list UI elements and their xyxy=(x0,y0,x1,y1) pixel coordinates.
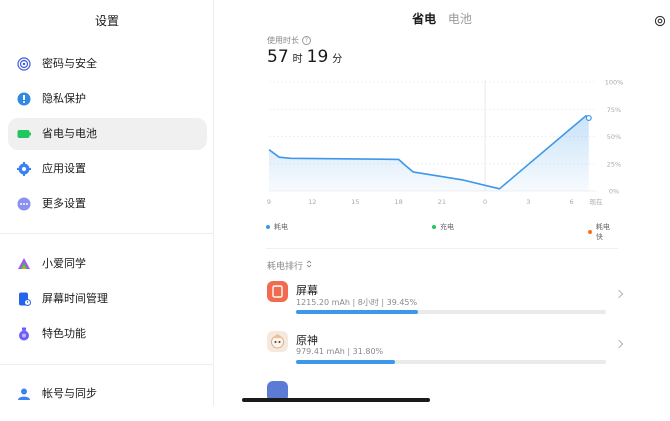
x-tick-label: 3 xyxy=(526,198,530,206)
usage-minutes-unit: 分 xyxy=(332,54,343,65)
chevron-right-icon xyxy=(614,289,624,299)
battery-icon xyxy=(17,127,31,141)
sidebar-item-xiaoai[interactable]: 小爱同学 xyxy=(8,248,207,280)
chart-legend: 耗电 充电 耗电快 xyxy=(266,222,616,241)
tab-power-saving[interactable]: 省电 xyxy=(412,10,436,27)
settings-gear-icon[interactable] xyxy=(654,12,666,27)
xiaoai-icon xyxy=(17,257,31,271)
app-row-screen[interactable]: 屏幕 1215.20 mAh | 8小时 | 39.45% xyxy=(267,281,624,321)
sidebar-item-label: 更多设置 xyxy=(42,197,86,210)
legend-dot xyxy=(432,225,436,229)
sidebar-item-label: 特色功能 xyxy=(42,327,86,340)
x-tick-label: 15 xyxy=(351,198,359,206)
usage-minutes: 19 xyxy=(306,47,329,67)
y-tick-label: 50% xyxy=(607,133,621,141)
x-tick-label: 21 xyxy=(438,198,446,206)
legend-item-charge: 充电 xyxy=(432,222,454,232)
screen-time-icon xyxy=(17,292,31,306)
sidebar-item-app-settings[interactable]: 应用设置 xyxy=(8,153,207,185)
x-tick-label: 18 xyxy=(395,198,403,206)
y-tick-label: 100% xyxy=(605,79,624,87)
x-tick-label: 9 xyxy=(267,198,271,206)
usage-duration-value: 57 时 19 分 xyxy=(267,47,346,67)
sidebar-item-password-security[interactable]: 密码与安全 xyxy=(8,48,207,80)
usage-bar-fill xyxy=(296,360,395,364)
battery-chart-svg: 0% 25% 50% 75% 100% 9 12 15 18 21 0 3 6 现在 xyxy=(267,79,624,207)
legend-label: 充电 xyxy=(440,223,454,231)
app-stats: 979.41 mAh | 31.80% xyxy=(296,347,384,356)
sidebar-divider xyxy=(0,233,213,234)
app-name: 原神 xyxy=(296,334,318,347)
battery-chart: 0% 25% 50% 75% 100% 9 12 15 18 21 0 3 6 现在 xyxy=(264,76,644,210)
app-name: 屏幕 xyxy=(296,284,318,297)
sidebar-item-label: 省电与电池 xyxy=(42,127,97,140)
account-icon xyxy=(17,387,31,401)
y-tick-label: 25% xyxy=(607,160,621,168)
legend-dot xyxy=(588,230,592,234)
help-icon[interactable]: ? xyxy=(302,36,311,45)
sidebar-item-label: 小爱同学 xyxy=(42,257,86,270)
sidebar: 设置 密码与安全 隐私保护 省电与电池 应用设置 更多设置 小爱同学 屏幕时间管… xyxy=(0,0,214,406)
tab-bar: 省电 电池 xyxy=(214,10,670,27)
y-tick-label: 75% xyxy=(607,106,621,114)
legend-label: 耗电 xyxy=(274,223,288,231)
home-indicator[interactable] xyxy=(242,398,430,402)
sidebar-item-label: 密码与安全 xyxy=(42,57,97,70)
sort-icon xyxy=(306,260,312,271)
sidebar-item-battery[interactable]: 省电与电池 xyxy=(8,118,207,150)
sidebar-title: 设置 xyxy=(94,14,119,28)
legend-item-drain: 耗电 xyxy=(266,222,288,232)
usage-hours-unit: 时 xyxy=(292,54,303,65)
section-divider xyxy=(266,248,618,249)
privacy-shield-icon xyxy=(17,92,31,106)
ranking-title: 耗电排行 xyxy=(267,262,304,272)
ranking-header[interactable]: 耗电排行 xyxy=(267,259,312,272)
x-tick-label: 6 xyxy=(569,198,573,206)
sidebar-item-account-sync[interactable]: 帐号与同步 xyxy=(8,378,207,406)
legend-label: 耗电快 xyxy=(595,223,610,241)
legend-dot xyxy=(266,225,270,229)
sidebar-item-label: 屏幕时间管理 xyxy=(42,292,108,305)
screen-icon xyxy=(267,281,288,302)
sidebar-divider xyxy=(0,364,213,365)
app-row-genshin[interactable]: 原神 979.41 mAh | 31.80% xyxy=(267,331,624,371)
sidebar-item-privacy[interactable]: 隐私保护 xyxy=(8,83,207,115)
usage-bar-fill xyxy=(296,310,419,314)
app-stats: 1215.20 mAh | 8小时 | 39.45% xyxy=(296,298,418,307)
sidebar-item-more-settings[interactable]: 更多设置 xyxy=(8,188,207,220)
y-tick-label: 0% xyxy=(609,188,619,196)
sidebar-item-label: 隐私保护 xyxy=(42,92,86,105)
legend-item-fast-drain: 耗电快 xyxy=(588,222,616,242)
current-point xyxy=(585,114,592,121)
app-gear-icon xyxy=(17,162,31,176)
main-panel: 省电 电池 使用时长 ? 57 时 19 分 0% 25% 50% 75% 100% 9 1… xyxy=(214,0,670,406)
usage-bar xyxy=(296,310,606,314)
tab-battery[interactable]: 电池 xyxy=(448,10,472,27)
usage-hours: 57 xyxy=(267,47,289,67)
sidebar-item-label: 帐号与同步 xyxy=(42,387,97,400)
fingerprint-icon xyxy=(17,57,31,71)
chevron-right-icon xyxy=(614,339,624,349)
more-dots-icon xyxy=(17,197,31,211)
x-tick-label: 现在 xyxy=(590,197,604,206)
feature-flask-icon xyxy=(17,327,31,341)
sidebar-item-label: 应用设置 xyxy=(42,162,86,175)
usage-duration-label: 使用时长 ? xyxy=(267,35,311,46)
x-tick-label: 0 xyxy=(483,198,487,206)
usage-bar xyxy=(296,360,606,364)
x-tick-label: 12 xyxy=(308,198,316,206)
usage-label-text: 使用时长 xyxy=(267,36,299,45)
sidebar-item-screen-time[interactable]: 屏幕时间管理 xyxy=(8,283,207,315)
sidebar-item-features[interactable]: 特色功能 xyxy=(8,318,207,350)
genshin-icon xyxy=(267,331,288,352)
